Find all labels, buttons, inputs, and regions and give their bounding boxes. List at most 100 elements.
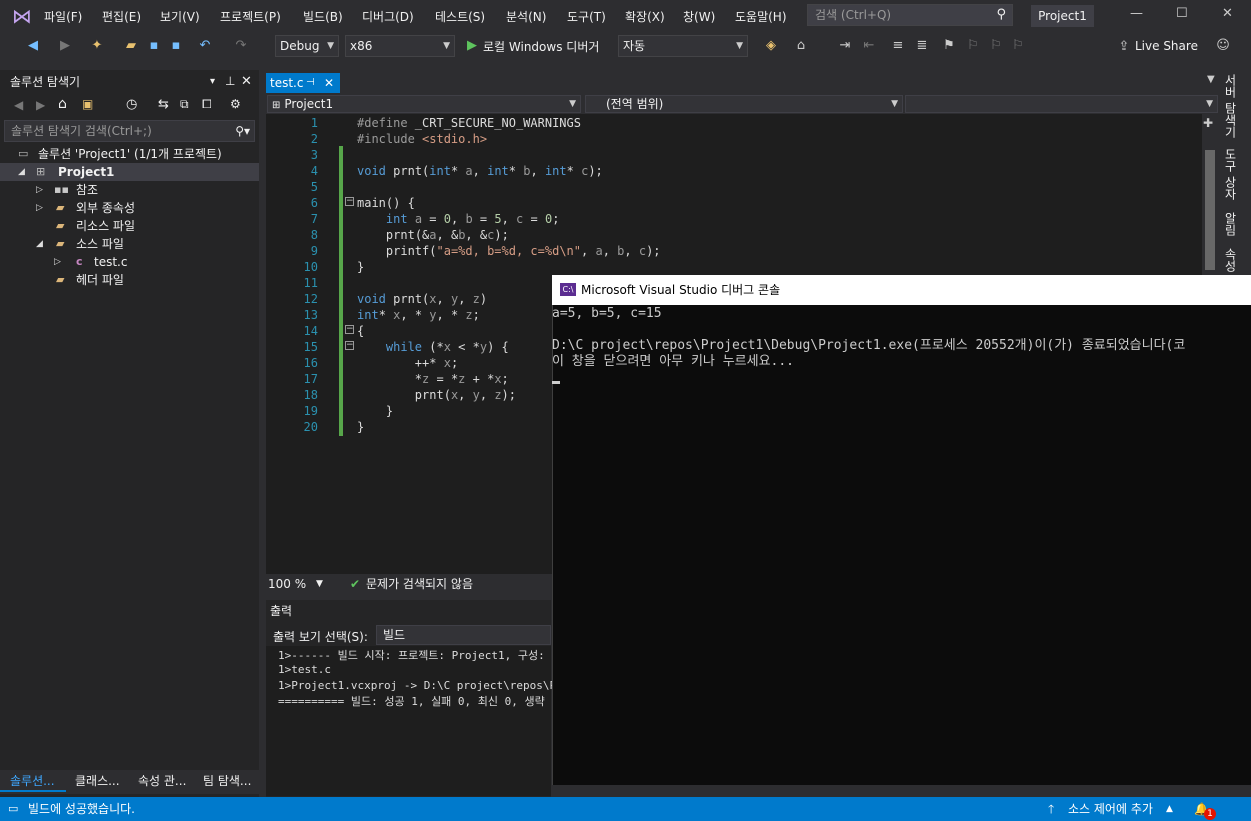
collapse-fold-main-icon[interactable]: − bbox=[345, 197, 354, 206]
tree-item-source-files[interactable]: ◢ ▰ 소스 파일 bbox=[0, 235, 259, 253]
tree-item-project[interactable]: ◢ ⊞ Project1 bbox=[0, 163, 259, 181]
back-icon[interactable]: ◀ bbox=[24, 37, 42, 55]
tree-item-references[interactable]: ▷ ▪▪ 참조 bbox=[0, 181, 259, 199]
undo-icon[interactable]: ↶ bbox=[196, 37, 214, 55]
nav-project-select[interactable]: ⊞ Project1 ▼ bbox=[267, 95, 581, 113]
code-line[interactable]: ++* x; bbox=[357, 355, 458, 371]
tab-solution-explorer[interactable]: 솔루션... bbox=[10, 772, 55, 789]
code-line[interactable]: int* x, * y, * z; bbox=[357, 307, 480, 323]
start-debug-icon[interactable]: ▶ bbox=[463, 37, 481, 55]
start-debug-button[interactable]: 로컬 Windows 디버거 bbox=[483, 38, 599, 55]
tab-properties[interactable]: 속성 bbox=[1222, 248, 1239, 272]
outdent-icon[interactable]: ⇤ bbox=[860, 37, 878, 55]
expand-icon[interactable]: ◢ bbox=[36, 235, 43, 253]
close-tab-icon[interactable]: ✕ bbox=[324, 73, 334, 93]
tab-server-explorer[interactable]: 서버 탐색기 bbox=[1222, 74, 1239, 138]
save-all-icon[interactable]: ▪ bbox=[167, 37, 185, 55]
indent-icon[interactable]: ⇥ bbox=[836, 37, 854, 55]
nav-member-select[interactable]: ▼ bbox=[905, 95, 1218, 113]
split-icon[interactable]: ✚ bbox=[1203, 116, 1213, 130]
menu-analyze[interactable]: 분석(N) bbox=[506, 8, 546, 25]
forward-icon[interactable]: ▶ bbox=[36, 98, 45, 112]
console-title-bar[interactable]: C:\ Microsoft Visual Studio 디버그 콘솔 bbox=[552, 275, 1251, 305]
search-box[interactable]: 검색 (Ctrl+Q) ⚲ bbox=[807, 4, 1013, 26]
menu-help[interactable]: 도움말(H) bbox=[735, 8, 787, 25]
comment-icon[interactable]: ≡ bbox=[889, 37, 907, 55]
menu-view[interactable]: 보기(V) bbox=[160, 8, 200, 25]
home-icon[interactable]: ⌂ bbox=[58, 96, 67, 112]
chevron-up-icon[interactable]: ▲ bbox=[1166, 797, 1173, 821]
code-line[interactable]: main() { bbox=[357, 195, 415, 211]
output-source-select[interactable]: 빌드 bbox=[376, 625, 551, 645]
code-line[interactable]: prnt(&a, &b, &c); bbox=[357, 227, 509, 243]
code-line[interactable]: printf("a=%d, b=%d, c=%d\n", a, b, c); bbox=[357, 243, 661, 259]
uncomment-icon[interactable]: ≣ bbox=[913, 37, 931, 55]
browse-icon[interactable]: ◈ bbox=[762, 37, 780, 55]
prev-bookmark-icon[interactable]: ⚐ bbox=[964, 37, 982, 55]
code-line[interactable]: { bbox=[357, 323, 364, 339]
scroll-thumb[interactable] bbox=[1205, 150, 1215, 270]
show-all-files-icon[interactable]: ⧠ bbox=[202, 97, 212, 112]
code-line[interactable]: #include <stdio.h> bbox=[357, 131, 487, 147]
run-mode-select[interactable]: 자동 ▼ bbox=[618, 35, 748, 57]
pin-icon[interactable]: ⊥ bbox=[225, 74, 235, 88]
tab-property-manager[interactable]: 속성 관... bbox=[138, 772, 186, 789]
issues-status[interactable]: 문제가 검색되지 않음 bbox=[366, 574, 473, 594]
zoom-value[interactable]: 100 % bbox=[268, 574, 306, 594]
switch-views-icon[interactable]: ▣ bbox=[82, 97, 93, 111]
close-panel-icon[interactable]: ✕ bbox=[241, 74, 252, 89]
menu-debug[interactable]: 디버그(D) bbox=[362, 8, 414, 25]
code-line[interactable]: void prnt(x, y, z) bbox=[357, 291, 487, 307]
code-line[interactable]: while (*x < *y) { bbox=[357, 339, 509, 355]
menu-tools[interactable]: 도구(T) bbox=[567, 8, 606, 25]
code-line[interactable]: void prnt(int* a, int* b, int* c); bbox=[357, 163, 603, 179]
platform-select[interactable]: x86 ▼ bbox=[345, 35, 455, 57]
sync-icon[interactable]: ⇆ bbox=[158, 97, 169, 112]
panel-options-icon[interactable]: ▾ bbox=[210, 76, 215, 87]
collapse-icon[interactable]: ▷ bbox=[36, 181, 43, 199]
tab-test-c[interactable]: test.c ⊣ ✕ bbox=[266, 73, 340, 93]
code-line[interactable]: #define _CRT_SECURE_NO_WARNINGS bbox=[357, 115, 581, 131]
tab-list-icon[interactable]: ▼ bbox=[1207, 74, 1215, 85]
tree-item-resource-files[interactable]: ▰ 리소스 파일 bbox=[0, 217, 259, 235]
code-line[interactable]: int a = 0, b = 5, c = 0; bbox=[357, 211, 560, 227]
tab-toolbox[interactable]: 도구 상자 bbox=[1222, 148, 1239, 200]
open-folder-icon[interactable]: ▰ bbox=[122, 37, 140, 55]
maximize-icon[interactable]: ☐ bbox=[1176, 6, 1188, 21]
tree-item-test-c[interactable]: ▷ c test.c bbox=[0, 253, 259, 271]
back-icon[interactable]: ◀ bbox=[14, 98, 23, 112]
nav-scope-select[interactable]: (전역 범위) ▼ bbox=[585, 95, 903, 113]
close-window-icon[interactable]: ✕ bbox=[1222, 6, 1233, 21]
collapse-icon[interactable]: ▷ bbox=[54, 253, 61, 271]
config-select[interactable]: Debug ▼ bbox=[275, 35, 339, 57]
collapse-fold-while-icon[interactable]: − bbox=[345, 341, 354, 350]
pin-icon[interactable]: ⊣ bbox=[306, 73, 315, 93]
code-line[interactable]: } bbox=[357, 403, 393, 419]
menu-edit[interactable]: 편집(E) bbox=[102, 8, 141, 25]
menu-window[interactable]: 창(W) bbox=[683, 8, 715, 25]
chevron-down-icon[interactable]: ▼ bbox=[316, 574, 323, 594]
collapse-all-icon[interactable]: ⧉ bbox=[180, 97, 189, 112]
clear-bookmarks-icon[interactable]: ⚐ bbox=[1009, 37, 1027, 55]
collapse-fold-block-icon[interactable]: − bbox=[345, 325, 354, 334]
save-icon[interactable]: ▪ bbox=[145, 37, 163, 55]
forward-icon[interactable]: ▶ bbox=[56, 37, 74, 55]
new-item-icon[interactable]: ✦ bbox=[88, 37, 106, 55]
next-bookmark-icon[interactable]: ⚐ bbox=[987, 37, 1005, 55]
tree-item-solution[interactable]: ▭ 솔루션 'Project1' (1/1개 프로젝트) bbox=[0, 145, 259, 163]
solution-search-input[interactable]: 솔루션 탐색기 검색(Ctrl+;) ⚲▾ bbox=[4, 120, 255, 142]
code-line[interactable]: *z = *z + *x; bbox=[357, 371, 509, 387]
expand-icon[interactable]: ◢ bbox=[18, 163, 25, 181]
menu-file[interactable]: 파일(F) bbox=[44, 8, 82, 25]
minimize-icon[interactable]: — bbox=[1130, 6, 1143, 21]
menu-build[interactable]: 빌드(B) bbox=[303, 8, 343, 25]
bookmark-icon[interactable]: ⚑ bbox=[940, 37, 958, 55]
redo-icon[interactable]: ↷ bbox=[232, 37, 250, 55]
tree-item-header-files[interactable]: ▰ 헤더 파일 bbox=[0, 271, 259, 289]
tab-class-view[interactable]: 클래스... bbox=[75, 772, 120, 789]
window-layout-icon[interactable]: ⌂ bbox=[792, 37, 810, 55]
collapse-icon[interactable]: ▷ bbox=[36, 199, 43, 217]
feedback-icon[interactable]: ☺ bbox=[1214, 37, 1232, 55]
live-share-icon[interactable]: ⇪ bbox=[1115, 38, 1133, 56]
tab-team-explorer[interactable]: 팀 탐색... bbox=[203, 772, 251, 789]
